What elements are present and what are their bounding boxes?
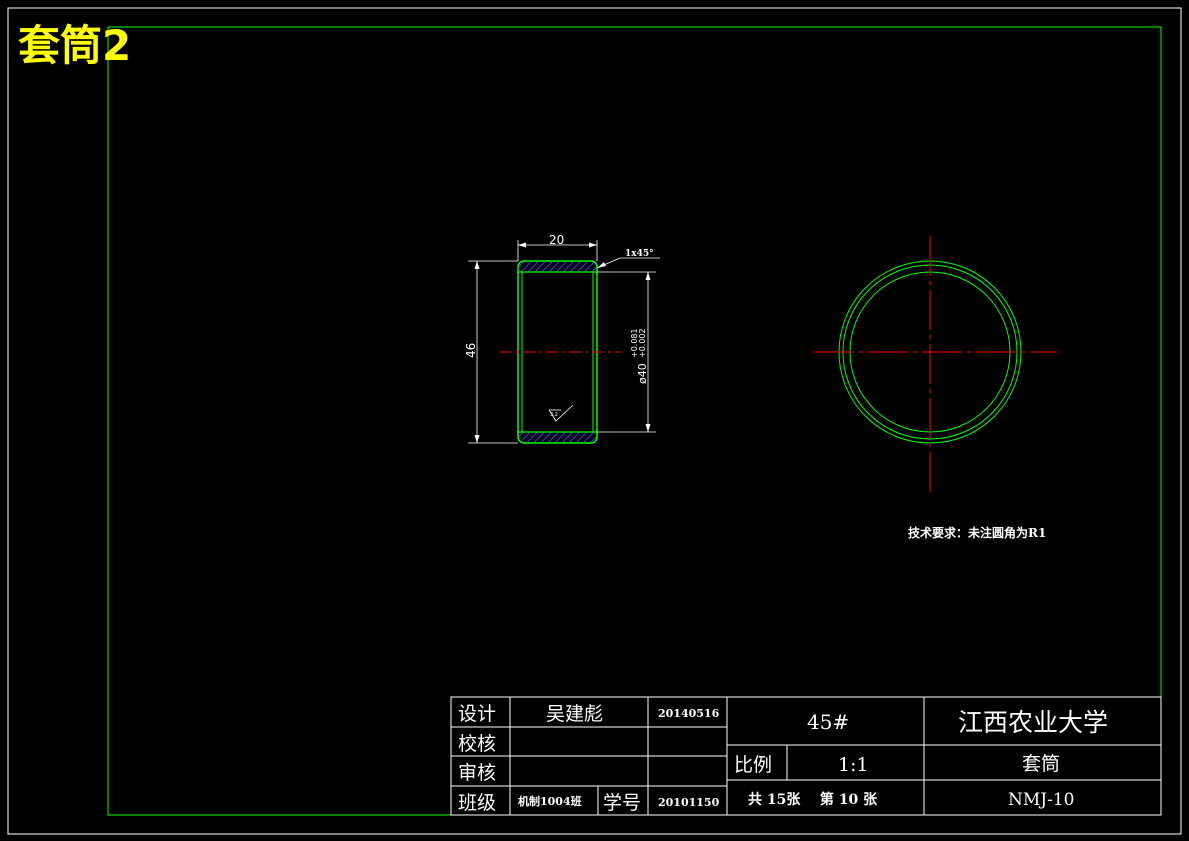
review-label: 审核 <box>458 762 496 784</box>
scale-label: 比例 <box>734 754 772 776</box>
design-date: 20140516 <box>658 707 720 720</box>
material: 45# <box>807 710 849 734</box>
bore-dim-text: ø40 <box>636 363 649 384</box>
end-view <box>814 236 1057 492</box>
height-arrow-bottom <box>474 435 480 443</box>
sheet-title: 套筒2 <box>18 21 131 70</box>
chamfer-text: 1x45° <box>625 249 654 259</box>
drawing-sheet: 套筒2 20 1x45° 46 ø40 +0.081 +0.002 3.2 技术… <box>7 7 1182 835</box>
design-label: 设计 <box>458 703 496 725</box>
class-value: 机制1004班 <box>518 794 582 808</box>
bore-tol-lower: +0.002 <box>638 328 647 358</box>
chamfer-arrow <box>597 262 606 268</box>
bore-arrow-top <box>645 272 651 280</box>
tech-requirements: 技术要求：未注圆角为R1 <box>908 525 1046 540</box>
scale-value: 1:1 <box>838 754 869 776</box>
section-view: 20 1x45° 46 ø40 +0.081 +0.002 3.2 <box>464 233 660 444</box>
designer-name: 吴建彪 <box>546 703 603 725</box>
width-arrow-right <box>589 242 597 248</box>
roughness-text: 3.2 <box>550 412 558 418</box>
width-dim-text: 20 <box>549 233 564 247</box>
student-id-label: 学号 <box>603 792 641 814</box>
student-id: 20101150 <box>658 796 720 809</box>
class-label: 班级 <box>458 792 496 814</box>
height-dim-text: 46 <box>464 343 478 358</box>
bore-arrow-bottom <box>645 424 651 432</box>
top-wall-hatch <box>519 262 596 272</box>
check-label: 校核 <box>458 733 496 755</box>
width-arrow-left <box>518 242 526 248</box>
part-name: 套筒 <box>1022 753 1060 775</box>
sheet-count: 共 15张 第 10 张 <box>748 791 878 808</box>
bottom-wall-hatch <box>519 432 596 442</box>
school-name: 江西农业大学 <box>958 708 1108 737</box>
height-arrow-top <box>474 261 480 269</box>
drawing-number: NMJ-10 <box>1008 790 1074 810</box>
